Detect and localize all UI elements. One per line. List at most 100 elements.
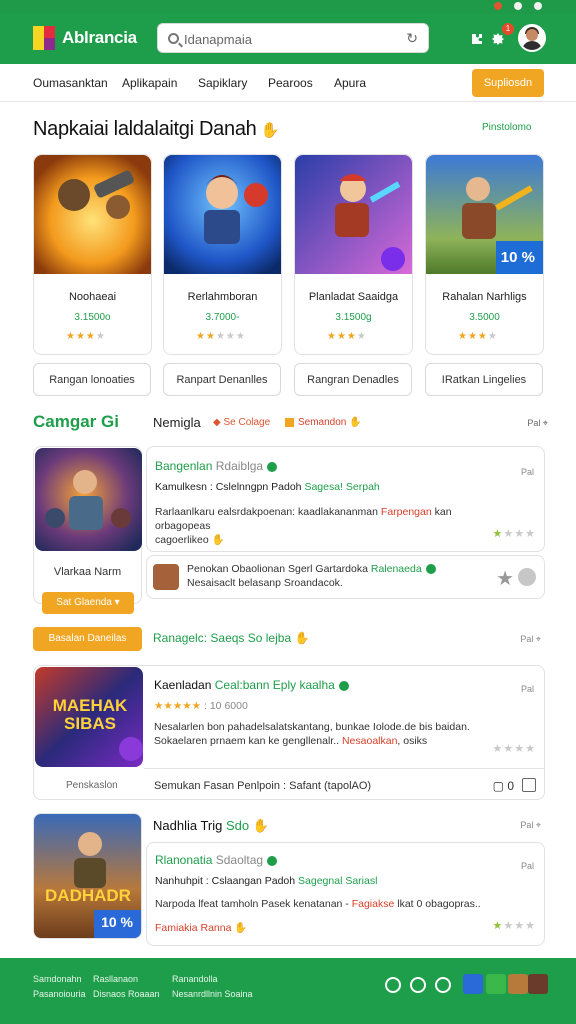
- tag-label[interactable]: ◆ Se Colage: [213, 417, 270, 428]
- rating-stars: ★★★★: [492, 920, 536, 932]
- footer-link[interactable]: Nesanrdllnin Soaina: [172, 989, 253, 999]
- category-new-label[interactable]: Nemigla: [153, 415, 201, 430]
- footer: Samdonahn Rasllanaon Ranandolla Pasanoio…: [0, 958, 576, 1024]
- more-link[interactable]: Pal ⌖: [527, 418, 548, 429]
- social-icon[interactable]: [385, 977, 401, 993]
- status-dot-icon: [494, 2, 502, 10]
- list-item-detail[interactable]: Bangenlan Rdaiblga Kamulkesn : Cslelnngp…: [146, 446, 545, 552]
- more-link[interactable]: Pal: [521, 861, 534, 871]
- section-title: Napkaiai laldalaitgi Danah ✋: [33, 118, 279, 140]
- game-logo-text: MAEHAK SIBAS: [52, 696, 128, 733]
- filter-pill[interactable]: Rangan lonoaties: [33, 363, 151, 396]
- game-logo-text: DADHADR: [45, 886, 131, 905]
- top-nav: Oumasanktan Aplikapain Sapiklary Pearoos…: [0, 64, 576, 102]
- social-icon[interactable]: [435, 977, 451, 993]
- app-thumbnail: [295, 155, 412, 274]
- more-link[interactable]: Pal ⌖: [520, 634, 541, 645]
- app-icon[interactable]: [463, 974, 483, 994]
- footer-link[interactable]: Samdonahn: [33, 974, 82, 984]
- list-sub-item[interactable]: Penokan Obaolionan Sgerl Gartardoka Rale…: [146, 555, 545, 599]
- sub-item-text: Penokan Obaolionan Sgerl Gartardoka Rale…: [187, 562, 436, 590]
- app-card[interactable]: 10 % Rahalan Narhligs 3.5000 ★★★★: [425, 154, 544, 355]
- item-note: Famiakia Ranna ✋: [155, 922, 248, 934]
- app-price: 3.5000: [469, 312, 500, 323]
- filter-button[interactable]: Basalan Daneilas: [33, 627, 142, 651]
- list-item-detail[interactable]: Rlanonatia Sdaoltag Nanhuhpit : Cslaanga…: [146, 842, 545, 946]
- nav-item[interactable]: Oumasanktan: [33, 76, 108, 90]
- app-icon[interactable]: [528, 974, 548, 994]
- app-thumbnail: [164, 155, 281, 274]
- section-heading: Nadhlia Trig Sdo ✋: [153, 818, 269, 833]
- nav-item[interactable]: Apura: [334, 76, 366, 90]
- get-button[interactable]: Sat Glaenda ▾: [42, 592, 134, 614]
- search-input[interactable]: [184, 30, 394, 48]
- verified-icon: [267, 461, 278, 472]
- footer-link[interactable]: Pasanoiouria: [33, 989, 86, 999]
- status-bar: [0, 0, 576, 14]
- refresh-icon[interactable]: ↻: [406, 30, 418, 47]
- filter-pill[interactable]: IRatkan Lingelies: [425, 363, 543, 396]
- item-desc: Nanhuhpit : Cslaangan Padoh Sagegnal Sar…: [155, 875, 378, 887]
- more-link[interactable]: Pal: [521, 467, 534, 477]
- band-label: Ranagelc: Saeqs So lejba ✋: [153, 631, 310, 645]
- hand-icon: ✋: [260, 122, 279, 139]
- footer-link[interactable]: Disnaos Roaaan: [93, 989, 160, 999]
- category-row: Camgar Gi Nemigla ◆ Se Colage Semandon ✋…: [33, 412, 548, 434]
- app-thumbnail[interactable]: DADHADR 10 %: [33, 813, 142, 939]
- main-content: Napkaiai laldalaitgi Danah ✋ Pinstolomo N…: [0, 102, 576, 958]
- nav-item[interactable]: Aplikapain: [122, 76, 177, 90]
- footer-link[interactable]: Rasllanaon: [93, 974, 138, 984]
- notification-badge[interactable]: 1: [502, 23, 514, 35]
- rating-stars: ★★★★: [492, 528, 536, 540]
- item-title: Bangenlan Rdaiblga: [155, 459, 278, 473]
- status-dot-icon: [514, 2, 522, 10]
- app-icon[interactable]: [508, 974, 528, 994]
- filter-pill[interactable]: Rangran Denadles: [294, 363, 412, 396]
- see-all-link[interactable]: Pinstolomo: [482, 122, 531, 133]
- puzzle-icon[interactable]: [469, 31, 485, 52]
- rating-stars: ★★★★: [458, 331, 498, 342]
- rating-stars: ★★★★★: [196, 331, 246, 342]
- app-name: Rerlahmboran: [187, 291, 258, 303]
- rating-stars: ★★★★: [66, 331, 106, 342]
- star-icon[interactable]: ★: [496, 566, 514, 591]
- settings-icon[interactable]: [490, 31, 506, 52]
- app-logo-icon[interactable]: [33, 26, 55, 50]
- app-card[interactable]: Noohaeai 3.1500o ★★★★: [33, 154, 152, 355]
- footer-link[interactable]: Ranandolla: [172, 974, 218, 984]
- list-item-card[interactable]: MAEHAK SIBAS Penskaslon Kaenladan Ceal:b…: [33, 665, 545, 800]
- search-box[interactable]: ↻: [157, 23, 429, 53]
- rating-stars: ★★★★: [492, 743, 536, 755]
- comment-count[interactable]: ▢ 0: [493, 779, 514, 793]
- rating-stars: ★★★★: [327, 331, 367, 342]
- more-link[interactable]: Pal ⌖: [520, 820, 541, 831]
- nav-item[interactable]: Pearoos: [268, 76, 313, 90]
- app-card[interactable]: Planladat Saaidga 3.1500g ★★★★: [294, 154, 413, 355]
- item-body: Narpoda lfeat tamholn Pasek kenatanan - …: [155, 898, 481, 910]
- app-thumbnail: [153, 564, 179, 590]
- app-bar: Ablrancia ↻ 1: [0, 14, 576, 64]
- discount-badge: 10 %: [101, 914, 133, 930]
- list-item-card[interactable]: Vlarkaa Narm Sat Glaenda ▾: [33, 446, 142, 614]
- app-thumbnail: MAEHAK SIBAS: [35, 667, 143, 767]
- cta-button[interactable]: Supliosdn: [472, 69, 544, 97]
- app-name: Rahalan Narhligs: [442, 291, 527, 303]
- nav-item[interactable]: Sapiklary: [198, 76, 247, 90]
- search-icon: [168, 33, 179, 44]
- app-icon[interactable]: [486, 974, 506, 994]
- app-card[interactable]: Rerlahmboran 3.7000- ★★★★★: [163, 154, 282, 355]
- app-price: 3.1500g: [335, 312, 372, 323]
- avatar[interactable]: [518, 24, 546, 52]
- item-desc: Kamulkesn : Cslelnngpn Padoh Sagesa! Ser…: [155, 481, 380, 493]
- share-icon[interactable]: [522, 778, 536, 792]
- more-link[interactable]: Pal: [521, 684, 534, 694]
- item-caption: Vlarkaa Narm: [53, 566, 122, 578]
- app-price: 3.7000-: [205, 312, 240, 323]
- social-icon[interactable]: [410, 977, 426, 993]
- app-name[interactable]: Ablrancia: [62, 28, 137, 48]
- item-footer-text: Semukan Fasan Penlpoin : Safant (tapolAO…: [154, 780, 372, 792]
- toggle-icon[interactable]: [518, 568, 536, 586]
- item-body: Nesalarlen bon pahadelsalatskantang, bun…: [154, 721, 470, 747]
- tag-label[interactable]: Semandon ✋: [285, 417, 362, 428]
- filter-pill[interactable]: Ranpart Denanlles: [163, 363, 281, 396]
